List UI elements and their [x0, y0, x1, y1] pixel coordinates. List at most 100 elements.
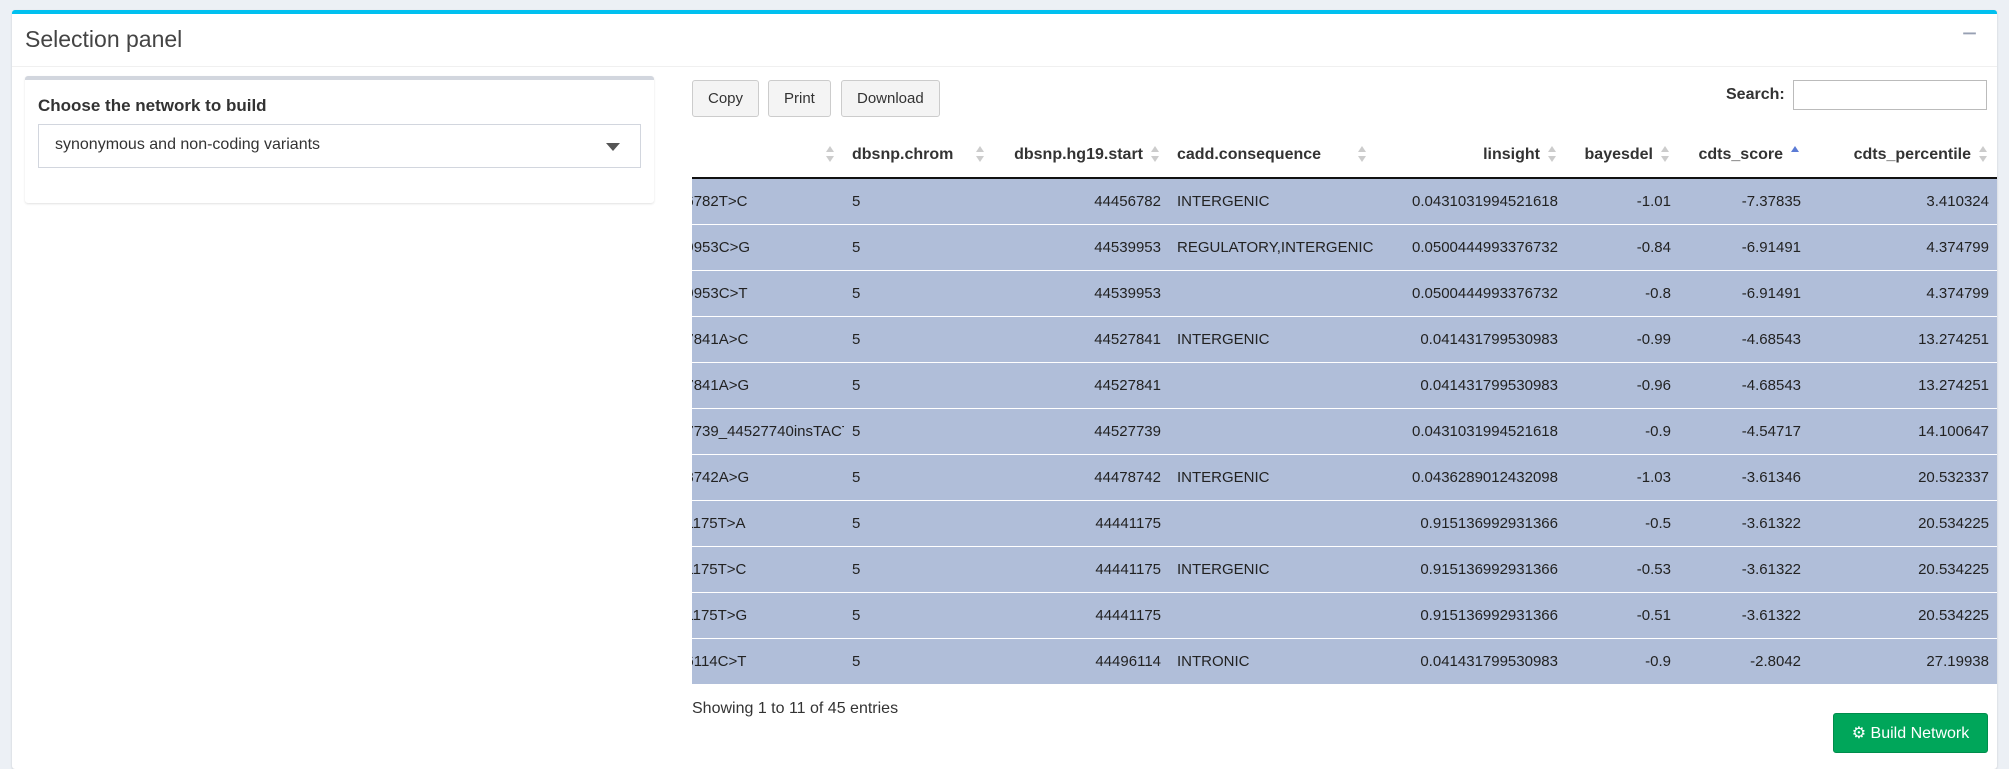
table-row[interactable]: 44456782T>C544456782INTERGENIC0.04310319…: [692, 177, 1997, 224]
table-cell: -4.54717: [1679, 407, 1809, 454]
table-row[interactable]: 44441175T>A544441175 0.915136992931366-0.…: [692, 499, 1997, 546]
table-row[interactable]: 44441175T>G544441175 0.915136992931366-0.…: [692, 591, 1997, 638]
search-input[interactable]: [1793, 80, 1987, 110]
table-cell: -3.61346: [1679, 453, 1809, 500]
table-cell: 0.0431031994521618: [1376, 177, 1566, 224]
column-header-label: dbsnp.chrom: [852, 145, 954, 163]
table-cell: 44456782T>C: [692, 177, 844, 224]
table-cell: 0.915136992931366: [1376, 591, 1566, 638]
table-cell: 44539953C>G: [692, 223, 844, 270]
column-header-cadd-consequence[interactable]: cadd.consequence: [1169, 132, 1376, 179]
table-cell: -0.8: [1566, 269, 1679, 316]
table-cell: 44456782: [994, 177, 1169, 224]
table-row[interactable]: 44478742A>G544478742INTERGENIC0.04362890…: [692, 453, 1997, 500]
table-cell: 5: [844, 361, 994, 408]
table-row[interactable]: 44441175T>C544441175INTERGENIC0.91513699…: [692, 545, 1997, 592]
table-cell: 20.532337: [1809, 453, 1997, 500]
table-cell: [1169, 499, 1376, 546]
table-cell: INTERGENIC: [1169, 177, 1376, 224]
table-cell: 5: [844, 177, 994, 224]
table-cell: 0.915136992931366: [1376, 499, 1566, 546]
table-cell: 44478742: [994, 453, 1169, 500]
gear-icon: ⚙: [1851, 725, 1867, 742]
table-cell: -1.03: [1566, 453, 1679, 500]
sort-ascending-icon: [1791, 146, 1799, 164]
table-header-row: dbsnp.chrom dbsnp.hg19.start cadd.conseq…: [692, 132, 1997, 179]
table-cell: -1.01: [1566, 177, 1679, 224]
table-row[interactable]: 44527841A>G544527841 0.041431799530983-0.…: [692, 361, 1997, 408]
column-header-dbsnp-chrom[interactable]: dbsnp.chrom: [844, 132, 994, 179]
table-row[interactable]: 44539953C>T544539953 0.0500444993376732-0…: [692, 269, 1997, 316]
table-cell: 44441175: [994, 591, 1169, 638]
network-select[interactable]: synonymous and non-coding variants: [38, 124, 641, 168]
table-cell: 5: [844, 591, 994, 638]
column-header-linsight[interactable]: linsight: [1376, 132, 1566, 179]
table-cell: 0.0500444993376732: [1376, 223, 1566, 270]
table-row[interactable]: 44527739_44527740insTACT544527739 0.04310…: [692, 407, 1997, 454]
table-cell: 0.041431799530983: [1376, 315, 1566, 362]
column-header-dbsnp-hg19-start[interactable]: dbsnp.hg19.start: [994, 132, 1169, 179]
sort-icon: [1979, 146, 1987, 164]
table-cell: 44527841: [994, 315, 1169, 362]
table-row[interactable]: 44496114C>T544496114INTRONIC0.0414317995…: [692, 637, 1997, 684]
table-cell: [1169, 407, 1376, 454]
build-network-button[interactable]: ⚙ Build Network: [1833, 713, 1988, 753]
column-header-label: cadd.consequence: [1177, 145, 1322, 163]
table-cell: 4.374799: [1809, 223, 1997, 270]
table-cell: 20.534225: [1809, 545, 1997, 592]
table-cell: 44527841A>G: [692, 361, 844, 408]
table-cell: 5: [844, 269, 994, 316]
table-cell: 0.0431031994521618: [1376, 407, 1566, 454]
table-cell: -0.84: [1566, 223, 1679, 270]
sort-icon: [1358, 146, 1366, 164]
table-cell: 0.915136992931366: [1376, 545, 1566, 592]
table-cell: -4.68543: [1679, 361, 1809, 408]
table-cell: 44527841: [994, 361, 1169, 408]
table-cell: 44539953C>T: [692, 269, 844, 316]
table-cell: -0.99: [1566, 315, 1679, 362]
table-cell: REGULATORY,INTERGENIC: [1169, 223, 1376, 270]
build-network-label: Build Network: [1870, 725, 1970, 742]
table-cell: 44478742A>G: [692, 453, 844, 500]
table-cell: 13.274251: [1809, 315, 1997, 362]
table-cell: 5: [844, 499, 994, 546]
column-header-label: bayesdel: [1584, 145, 1653, 163]
selection-panel: Selection panel − Choose the network to …: [12, 10, 1997, 769]
table-cell: 4.374799: [1809, 269, 1997, 316]
table-cell: 0.041431799530983: [1376, 637, 1566, 684]
table-row[interactable]: 44539953C>G544539953REGULATORY,INTERGENI…: [692, 223, 1997, 270]
download-button[interactable]: Download: [841, 80, 940, 117]
column-header-label: linsight: [1483, 145, 1540, 163]
column-header-label: dbsnp.hg19.start: [1014, 145, 1143, 163]
table-cell: 44496114C>T: [692, 637, 844, 684]
column-header-variant[interactable]: [692, 132, 844, 179]
print-button[interactable]: Print: [768, 80, 831, 117]
table-cell: -6.91491: [1679, 269, 1809, 316]
column-header-cdts-percentile[interactable]: cdts_percentile: [1809, 132, 1997, 179]
table-cell: -2.8042: [1679, 637, 1809, 684]
copy-button[interactable]: Copy: [692, 80, 760, 117]
table-cell: 44441175: [994, 499, 1169, 546]
sort-icon: [1151, 146, 1159, 164]
table-cell: -4.68543: [1679, 315, 1809, 362]
table-cell: 0.0436289012432098: [1376, 453, 1566, 500]
column-header-label: cdts_score: [1698, 145, 1784, 163]
table-cell: 0.0500444993376732: [1376, 269, 1566, 316]
table-cell: 44496114: [994, 637, 1169, 684]
table-cell: 44527739: [994, 407, 1169, 454]
table-cell: -3.61322: [1679, 545, 1809, 592]
network-select-value: synonymous and non-coding variants: [55, 136, 321, 153]
column-header-cdts-score[interactable]: cdts_score: [1679, 132, 1809, 179]
column-header-bayesdel[interactable]: bayesdel: [1566, 132, 1679, 179]
table-cell: 0.041431799530983: [1376, 361, 1566, 408]
table-cell: 5: [844, 453, 994, 500]
table-cell: INTERGENIC: [1169, 545, 1376, 592]
variants-table: dbsnp.chrom dbsnp.hg19.start cadd.conseq…: [692, 132, 1997, 684]
table-cell: -6.91491: [1679, 223, 1809, 270]
variants-table-container[interactable]: dbsnp.chrom dbsnp.hg19.start cadd.conseq…: [692, 132, 1997, 685]
column-header-label: cdts_percentile: [1853, 145, 1971, 163]
table-cell: INTERGENIC: [1169, 453, 1376, 500]
table-cell: 44441175: [994, 545, 1169, 592]
collapse-button[interactable]: −: [1962, 18, 1977, 49]
table-row[interactable]: 44527841A>C544527841INTERGENIC0.04143179…: [692, 315, 1997, 362]
